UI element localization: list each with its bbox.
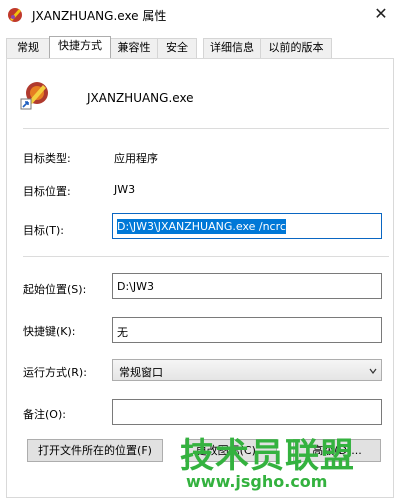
- shortcut-key-input[interactable]: 无: [112, 317, 382, 343]
- tab-security[interactable]: 安全: [157, 38, 197, 58]
- app-icon: [8, 8, 22, 22]
- shortcut-key-label: 快捷键(K):: [23, 325, 76, 338]
- run-label: 运行方式(R):: [23, 366, 87, 379]
- divider: [23, 128, 389, 129]
- comment-input[interactable]: [112, 399, 382, 425]
- comment-label: 备注(O):: [23, 408, 66, 421]
- change-icon-button[interactable]: 更改图标(C)...: [185, 439, 277, 462]
- target-type-value: 应用程序: [114, 152, 158, 165]
- tab-previous-versions[interactable]: 以前的版本: [260, 38, 332, 58]
- divider: [23, 256, 389, 257]
- open-file-location-button[interactable]: 打开文件所在的位置(F): [27, 439, 163, 462]
- chevron-down-icon: [369, 368, 377, 374]
- run-select[interactable]: 常规窗口: [112, 359, 382, 381]
- run-select-value: 常规窗口: [119, 366, 163, 379]
- advanced-button[interactable]: 高级(D)...: [293, 439, 381, 462]
- target-input-value: D:\JW3\JXANZHUANG.exe /ncrc: [117, 219, 286, 234]
- tab-general[interactable]: 常规: [6, 38, 50, 58]
- tab-shortcut[interactable]: 快捷方式: [49, 36, 111, 58]
- file-name: JXANZHUANG.exe: [87, 91, 194, 105]
- shortcut-file-icon: [20, 82, 48, 110]
- target-location-value: JW3: [114, 183, 136, 196]
- start-in-label: 起始位置(S):: [23, 283, 87, 296]
- window-title: JXANZHUANG.exe 属性: [32, 9, 167, 23]
- target-label: 目标(T):: [23, 224, 65, 237]
- tab-compatibility[interactable]: 兼容性: [110, 38, 158, 58]
- close-button[interactable]: ✕: [370, 3, 392, 25]
- title-bar: JXANZHUANG.exe 属性 ✕: [0, 0, 400, 30]
- target-location-label: 目标位置:: [23, 185, 71, 198]
- target-type-label: 目标类型:: [23, 152, 71, 165]
- start-in-input[interactable]: D:\JW3: [112, 273, 382, 299]
- tab-details[interactable]: 详细信息: [203, 38, 261, 58]
- shortcut-panel: JXANZHUANG.exe 目标类型: 应用程序 目标位置: JW3 目标(T…: [6, 58, 394, 498]
- target-input[interactable]: D:\JW3\JXANZHUANG.exe /ncrc: [112, 213, 382, 239]
